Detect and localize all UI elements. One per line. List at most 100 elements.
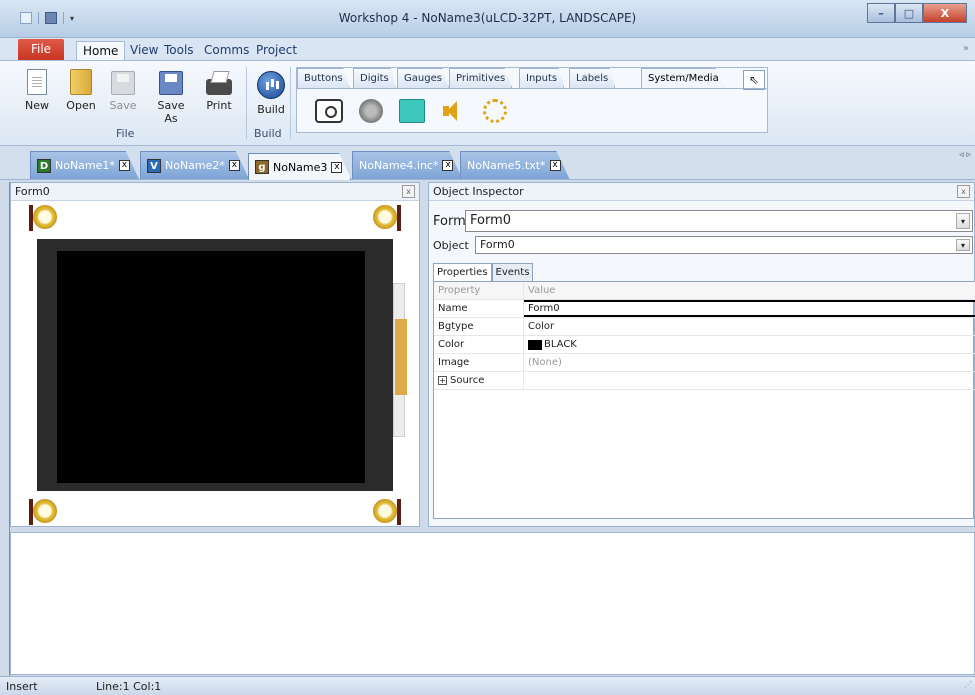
form-select[interactable]: Form0 ▾ <box>465 210 973 232</box>
property-value: BLACK <box>544 339 577 350</box>
table-row[interactable]: + Source <box>434 372 975 390</box>
group-label-build: Build <box>254 127 282 140</box>
palette-tab-system-media[interactable]: System/Media <box>641 68 726 88</box>
new-button[interactable]: New <box>16 65 58 112</box>
status-bar: Insert Line:1 Col:1 ⋰ <box>0 676 975 695</box>
tab-comms[interactable]: Comms <box>198 41 255 60</box>
doc-tab-noname1[interactable]: D NoName1* x <box>30 151 139 179</box>
group-label-file: File <box>116 127 135 140</box>
expand-icon[interactable]: + <box>438 376 447 385</box>
object-inspector-panel: Object Inspector x Form Form0 ▾ Object F… <box>428 182 975 527</box>
build-button[interactable]: Build <box>250 65 292 116</box>
doc-tab-label: NoName1* <box>55 159 115 172</box>
mounting-hole-icon <box>373 205 397 229</box>
mounting-hole-icon <box>33 499 57 523</box>
output-panel <box>10 532 975 675</box>
save-button[interactable]: Save <box>102 65 144 112</box>
object-select[interactable]: Form0 ▾ <box>475 236 973 254</box>
file-type-badge: g <box>255 160 269 174</box>
palette-tab-digits[interactable]: Digits <box>353 68 396 88</box>
file-type-badge: D <box>37 158 51 173</box>
palette-tab-buttons[interactable]: Buttons <box>297 68 350 88</box>
rectangle-widget-icon[interactable] <box>399 99 425 123</box>
tab-project[interactable]: Project <box>250 41 303 60</box>
group-separator <box>290 67 291 139</box>
close-window-button[interactable]: X <box>923 3 967 23</box>
table-row[interactable]: Color BLACK <box>434 336 975 354</box>
pointer-tool-icon[interactable]: ⇖ <box>743 70 765 90</box>
save-as-button[interactable]: Save As <box>150 65 192 125</box>
form-canvas[interactable] <box>57 251 365 483</box>
palette-tab-primitives[interactable]: Primitives <box>449 68 513 88</box>
form-selector-label: Form <box>433 213 466 229</box>
close-panel-icon[interactable]: x <box>957 185 970 198</box>
tab-scroll-arrows[interactable]: ◃ ▹ <box>959 150 971 160</box>
close-tab-icon[interactable]: x <box>228 160 240 171</box>
open-folder-icon <box>70 69 92 95</box>
table-row[interactable]: Image (None) <box>434 354 975 372</box>
property-value: Color <box>528 321 555 332</box>
tab-file[interactable]: File <box>18 39 64 60</box>
palette-tab-labels[interactable]: Labels <box>569 68 616 88</box>
property-value-editor[interactable]: Form0 <box>524 300 975 317</box>
print-label: Print <box>206 99 232 112</box>
mounting-hole-icon <box>373 499 397 523</box>
window-title: Workshop 4 - NoName3(uLCD-32PT, LANDSCAP… <box>338 11 637 25</box>
build-icon <box>257 71 285 99</box>
property-value <box>524 372 975 389</box>
doc-tab-label: NoName2* <box>165 159 225 172</box>
property-grid: Property Value Name Form0 Bgtype Color C… <box>433 281 975 519</box>
left-dock-rail <box>0 182 10 677</box>
save-as-label: Save As <box>157 99 185 125</box>
sound-icon[interactable] <box>443 99 463 123</box>
doc-tab-noname5[interactable]: NoName5.txt* x <box>460 151 570 179</box>
minimize-button[interactable]: – <box>867 3 895 23</box>
doc-tab-label: NoName3 <box>273 160 328 174</box>
property-name: Color <box>434 336 524 353</box>
property-name-cell: + Source <box>434 372 524 389</box>
object-selector-row: Object Form0 ▾ <box>433 236 973 254</box>
ribbon-home: New Open Save Save As Print Build File B… <box>0 60 975 146</box>
open-label: Open <box>66 99 96 112</box>
status-cursor-position: Line:1 Col:1 <box>96 680 162 693</box>
chevron-down-icon[interactable]: ▾ <box>956 213 970 229</box>
window-controls: – □ X <box>867 3 967 23</box>
tab-tools[interactable]: Tools <box>158 41 200 60</box>
document-tabs: D NoName1* x V NoName2* x g NoName3 x No… <box>0 146 975 180</box>
property-value: (None) <box>528 357 562 368</box>
palette-tab-inputs[interactable]: Inputs <box>519 68 565 88</box>
tab-home[interactable]: Home <box>76 41 126 60</box>
board-strip-top <box>29 205 401 231</box>
timer-icon[interactable] <box>483 99 507 123</box>
close-tab-icon[interactable]: x <box>442 160 454 171</box>
table-row[interactable]: Bgtype Color <box>434 318 975 336</box>
maximize-button[interactable]: □ <box>895 3 923 23</box>
object-selector-label: Object <box>433 238 469 252</box>
palette-tab-gauges[interactable]: Gauges <box>397 68 449 88</box>
tab-events[interactable]: Events <box>491 263 534 281</box>
save-as-icon <box>159 71 183 95</box>
tab-properties[interactable]: Properties <box>433 263 492 281</box>
color-swatch <box>528 339 542 350</box>
palette-widgets <box>297 88 767 132</box>
close-tab-icon[interactable]: x <box>331 161 343 173</box>
open-button[interactable]: Open <box>60 65 102 112</box>
printer-icon <box>206 79 232 95</box>
chevron-down-icon[interactable]: ▾ <box>956 239 970 251</box>
doc-tab-noname4[interactable]: NoName4.inc* x <box>352 151 463 179</box>
ribbon-collapse-icon[interactable]: » <box>963 43 969 54</box>
title-bar: ▾ Workshop 4 - NoName3(uLCD-32PT, LANDSC… <box>0 0 975 38</box>
camera-image-icon[interactable] <box>315 99 343 123</box>
close-tab-icon[interactable]: x <box>118 160 130 171</box>
close-tab-icon[interactable]: x <box>549 160 561 171</box>
property-grid-header: Property Value <box>434 282 975 300</box>
widget-palette: Buttons Digits Gauges Primitives Inputs … <box>296 67 768 133</box>
close-panel-icon[interactable]: x <box>402 185 415 198</box>
resize-grip-icon[interactable]: ⋰ <box>964 680 972 689</box>
print-button[interactable]: Print <box>198 65 240 112</box>
doc-tab-noname2[interactable]: V NoName2* x <box>140 151 249 179</box>
video-reel-icon[interactable] <box>359 99 383 123</box>
column-header-value: Value <box>528 285 556 296</box>
table-row[interactable]: Name Form0 <box>434 300 975 318</box>
doc-tab-noname3[interactable]: g NoName3 x <box>248 153 352 180</box>
